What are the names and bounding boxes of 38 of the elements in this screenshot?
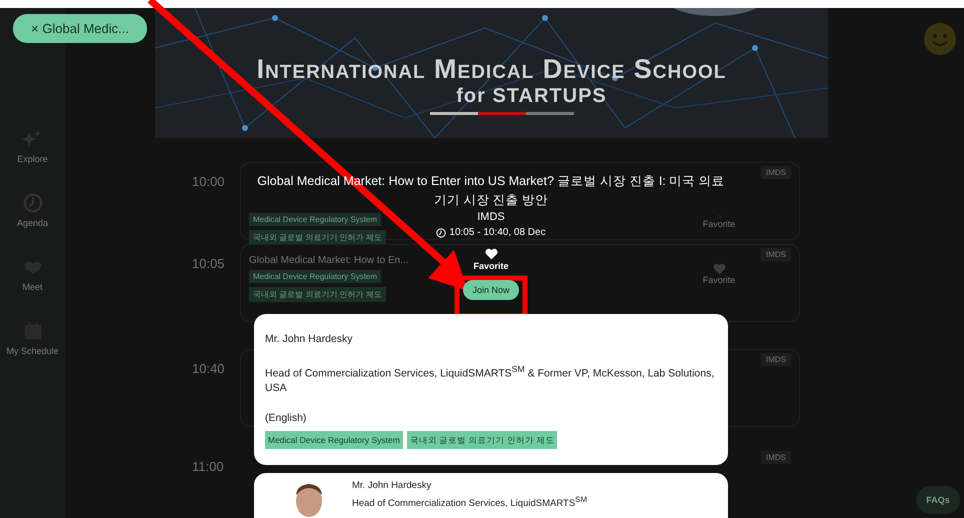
tag: Medical Device Regulatory System [249, 270, 382, 283]
time-label: 11:00 [191, 458, 225, 474]
sidebar-item[interactable]: My Schedule [6, 320, 59, 356]
tag: 국내외 글로벌 의료기기 인허가 제도 [249, 230, 386, 245]
track-badge: IMDS [761, 451, 791, 464]
sidebar-item[interactable]: Meet [22, 256, 44, 292]
clock-icon [436, 228, 446, 238]
time-label: 10:05 [191, 255, 226, 271]
session-title: Global Medical Market: How to En... [249, 255, 409, 266]
speaker-language: (English) [265, 410, 308, 424]
heart-icon[interactable] [484, 248, 498, 260]
track-label: IMDS [477, 210, 505, 225]
track-badge: IMDS [761, 166, 791, 179]
favorite-label: Favorite [702, 219, 736, 229]
time-label: 10:00 [191, 173, 226, 189]
faq-button[interactable]: FAQs [916, 486, 960, 514]
session-chip[interactable]: × Global Medic... [13, 14, 147, 43]
tag: Medical Device Regulatory System [249, 213, 382, 226]
smiley-avatar-icon[interactable] [924, 23, 956, 55]
speaker-name: Mr. John Hardesky [265, 332, 354, 346]
track-badge: IMDS [761, 353, 791, 366]
clock-icon [22, 192, 44, 214]
time-label: 10:40 [191, 360, 226, 376]
speaker-name: Mr. John Hardesky [352, 478, 432, 492]
tag: 국내외 글로벌 의료기기 인허가 제도 [249, 287, 386, 302]
track-badge: IMDS [761, 248, 791, 261]
sidebar-item[interactable]: Explore [17, 128, 48, 164]
banner-subtitle: for STARTUPS [455, 84, 607, 108]
join-now-button[interactable]: Join Now [463, 280, 518, 300]
favorite-label: Favorite [473, 260, 508, 272]
speaker-role: Head of Commercialization Services, LiquidSMARTS$^{SM}$ & Former VP, McKesson, Lab Solutions, USA [265, 363, 716, 394]
tag: Medical Device Regulatory System [265, 430, 403, 448]
banner-title: International Medical Device School [256, 54, 726, 84]
speaker-role: Head of Commercialization Services, LiquidSMARTS$^{SM}$ [352, 494, 588, 511]
tag: 국내외 글로벌 의료기기 인허가 제도 [406, 430, 558, 448]
favorite-label: Favorite [702, 275, 736, 285]
session-time: 10:05 - 10:40, 08 Dec [449, 226, 546, 240]
sidebar-item[interactable]: Agenda [16, 192, 48, 228]
